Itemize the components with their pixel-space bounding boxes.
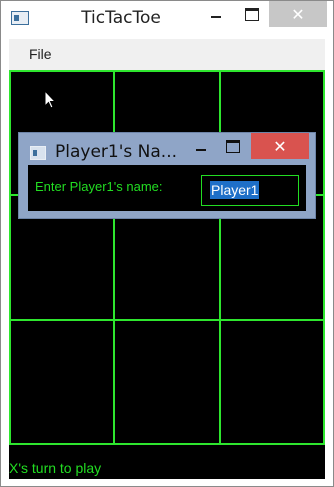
minimize-icon [196, 149, 206, 151]
game-board [9, 70, 325, 445]
player-name-label: Enter Player1's name: [35, 179, 163, 194]
player-name-input[interactable]: Player1 [201, 175, 299, 206]
minimize-icon [211, 16, 221, 18]
grid-border-right [323, 70, 325, 445]
board-cell-7[interactable] [115, 321, 219, 445]
mouse-pointer-icon [44, 90, 57, 109]
main-window: TicTacToe ✕ File X's turn to play [0, 0, 334, 487]
player-name-dialog: Player1's Na... ✕ Enter Player1's name: … [18, 132, 316, 219]
dialog-maximize-button[interactable] [221, 133, 245, 159]
player-name-input-value: Player1 [210, 181, 260, 199]
board-cell-8[interactable] [221, 321, 325, 445]
dialog-minimize-button[interactable] [189, 133, 213, 159]
grid-line-horizontal [9, 319, 325, 321]
close-icon: ✕ [291, 4, 305, 24]
grid-line-vertical [113, 70, 115, 445]
turn-status-text: X's turn to play [9, 460, 102, 476]
dialog-title: Player1's Na... [55, 142, 177, 162]
board-cell-6[interactable] [9, 321, 113, 445]
grid-border-left [9, 70, 11, 445]
grid-line-vertical [219, 70, 221, 445]
maximize-button[interactable] [237, 1, 267, 27]
maximize-icon [226, 139, 240, 153]
menu-bar: File [9, 39, 325, 70]
dialog-body: Enter Player1's name: Player1 [28, 165, 306, 211]
maximize-icon [245, 7, 259, 21]
close-button[interactable]: ✕ [269, 1, 327, 27]
dialog-window-icon [30, 146, 46, 160]
title-bar[interactable]: TicTacToe ✕ [1, 1, 333, 37]
dialog-close-button[interactable]: ✕ [251, 133, 309, 159]
minimize-button[interactable] [201, 1, 231, 27]
menu-file[interactable]: File [29, 46, 52, 62]
grid-border-top [9, 70, 325, 72]
status-bar: X's turn to play [9, 445, 325, 479]
close-icon: ✕ [273, 136, 287, 156]
